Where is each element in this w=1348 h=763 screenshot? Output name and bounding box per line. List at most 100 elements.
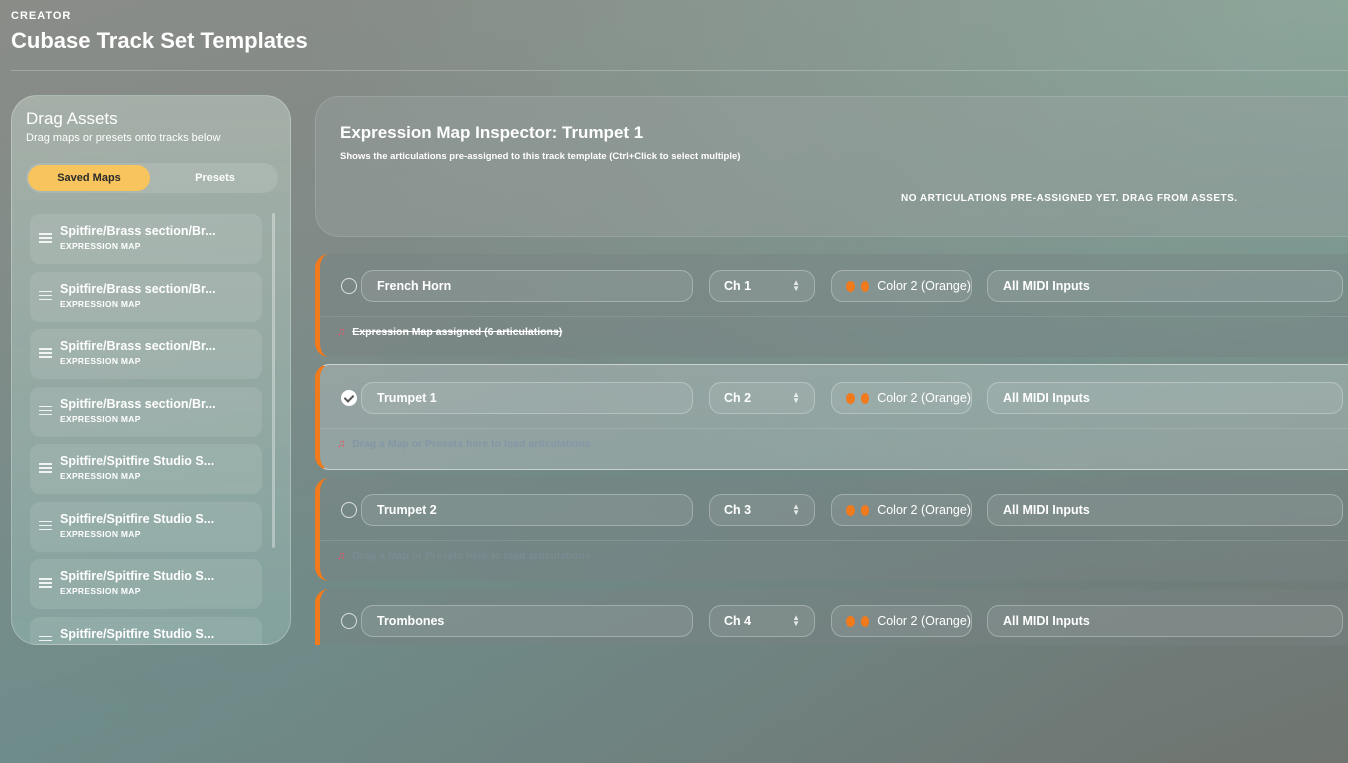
track-status-text: Drag a Map or Presets here to load artic… [352, 438, 591, 450]
track-select-radio[interactable] [341, 502, 357, 518]
color-swatch [860, 392, 870, 404]
track-name-field[interactable]: Trombones [361, 605, 693, 637]
asset-name: Spitfire/Brass section/Br... [60, 281, 216, 296]
music-note-icon: ♫ [337, 326, 346, 338]
color-swatch [846, 392, 855, 404]
asset-list: Spitfire/Brass section/Br... EXPRESSION … [30, 214, 262, 645]
track-row-french-horn[interactable]: French Horn Ch 1 ▲ ▼ Color 2 (Orange) All… [315, 254, 1348, 357]
track-select-radio[interactable] [341, 390, 357, 406]
music-note-icon: ♫ [337, 438, 346, 450]
midi-input-select[interactable]: All MIDI Inputs [987, 382, 1343, 414]
color-swatch [860, 280, 870, 292]
chevron-updown-icon: ▲ ▼ [792, 278, 800, 293]
channel-select[interactable]: Ch 4 ▲ ▼ [709, 605, 815, 637]
asset-type: EXPRESSION MAP [60, 586, 141, 596]
color-select[interactable]: Color 2 (Orange) [831, 494, 972, 526]
color-select[interactable]: Color 2 (Orange) [831, 270, 972, 302]
asset-type: EXPRESSION MAP [60, 528, 141, 539]
color-swatch [846, 615, 855, 627]
drag-handle-icon[interactable] [39, 463, 52, 473]
color-swatch [846, 504, 855, 516]
color-swatch [846, 280, 855, 292]
music-note-icon: ♫ [337, 550, 346, 562]
assets-panel-title: Drag Assets [26, 109, 118, 128]
color-value: Color 2 (Orange) [877, 279, 971, 293]
asset-type: EXPRESSION MAP [60, 644, 141, 645]
color-value: Color 2 (Orange) [877, 503, 971, 517]
track-divider [320, 540, 1348, 541]
color-select[interactable]: Color 2 (Orange) [831, 605, 972, 637]
drag-handle-icon[interactable] [39, 578, 52, 588]
track-name-field[interactable]: Trumpet 1 [361, 382, 693, 414]
channel-value: Ch 2 [724, 391, 752, 405]
drag-handle-icon[interactable] [39, 233, 52, 243]
midi-input-select[interactable]: All MIDI Inputs [987, 270, 1343, 302]
asset-item[interactable]: Spitfire/Brass section/Br... EXPRESSION … [30, 386, 262, 437]
track-row-trumpet-1[interactable]: Trumpet 1 Ch 2 ▲ ▼ Color 2 (Orange) All M… [315, 364, 1348, 470]
midi-input-select[interactable]: All MIDI Inputs [987, 494, 1343, 526]
track-drop-zone[interactable]: ♫ Drag a Map or Presets here to load art… [337, 438, 591, 450]
color-value: Color 2 (Orange) [877, 391, 971, 405]
track-row-trumpet-2[interactable]: Trumpet 2 Ch 3 ▲ ▼ Color 2 (Orange) All M… [315, 478, 1348, 581]
chevron-updown-icon: ▲ ▼ [792, 390, 800, 405]
asset-name: Spitfire/Spitfire Studio S... [60, 454, 215, 468]
track-select-radio[interactable] [341, 278, 357, 294]
assets-panel-subtitle: Drag maps or presets onto tracks below [26, 132, 221, 144]
asset-item[interactable]: Spitfire/Brass section/Br... EXPRESSION … [30, 271, 262, 322]
track-status-text: Expression Map assigned (6 articulations… [352, 326, 563, 338]
channel-value: Ch 1 [724, 279, 752, 293]
asset-type: EXPRESSION MAP [60, 471, 141, 481]
track-divider [320, 316, 1348, 317]
asset-item[interactable]: Spitfire/Spitfire Studio S... EXPRESSION… [30, 501, 262, 552]
track-name-field[interactable]: French Horn [361, 270, 693, 302]
drag-handle-icon[interactable] [39, 405, 52, 416]
track-drop-zone[interactable]: ♫ Expression Map assigned (6 articulatio… [337, 326, 562, 338]
asset-type: EXPRESSION MAP [60, 298, 141, 309]
channel-value: Ch 3 [724, 503, 752, 517]
asset-item[interactable]: Spitfire/Spitfire Studio S... EXPRESSION… [30, 616, 262, 645]
color-select[interactable]: Color 2 (Orange) [831, 382, 972, 414]
chevron-updown-icon: ▲ ▼ [792, 502, 800, 517]
asset-type-tabs: Saved Maps Presets [26, 163, 278, 193]
drag-handle-icon[interactable] [39, 348, 52, 358]
asset-type: EXPRESSION MAP [60, 413, 141, 424]
asset-name: Spitfire/Spitfire Studio S... [60, 626, 215, 641]
tab-presets[interactable]: Presets [154, 165, 276, 191]
drag-handle-icon[interactable] [39, 520, 52, 531]
channel-select[interactable]: Ch 2 ▲ ▼ [709, 382, 815, 414]
chevron-updown-icon: ▲ ▼ [792, 613, 800, 628]
tab-saved-maps[interactable]: Saved Maps [28, 165, 150, 191]
channel-select[interactable]: Ch 1 ▲ ▼ [709, 270, 815, 302]
asset-item[interactable]: Spitfire/Brass section/Br... EXPRESSION … [30, 329, 262, 379]
track-status-text: Drag a Map or Presets here to load artic… [352, 550, 591, 562]
color-swatch [860, 504, 870, 516]
asset-name: Spitfire/Brass section/Br... [60, 396, 216, 411]
inspector-subtitle: Shows the articulations pre-assigned to … [340, 151, 741, 162]
inspector-title: Expression Map Inspector: Trumpet 1 [340, 123, 644, 142]
drag-assets-panel: Drag Assets Drag maps or presets onto tr… [11, 95, 291, 645]
content-area: Drag Assets Drag maps or presets onto tr… [0, 0, 1348, 645]
asset-name: Spitfire/Spitfire Studio S... [60, 511, 215, 526]
track-select-radio[interactable] [341, 613, 357, 629]
track-name-field[interactable]: Trumpet 2 [361, 494, 693, 526]
color-swatch [860, 615, 870, 627]
channel-select[interactable]: Ch 3 ▲ ▼ [709, 494, 815, 526]
assets-scrollbar[interactable] [272, 213, 275, 548]
asset-item[interactable]: Spitfire/Spitfire Studio S... EXPRESSION… [30, 559, 262, 609]
asset-name: Spitfire/Spitfire Studio S... [60, 569, 215, 583]
asset-name: Spitfire/Brass section/Br... [60, 339, 216, 353]
expression-map-inspector: Expression Map Inspector: Trumpet 1 Show… [315, 96, 1348, 237]
drag-handle-icon[interactable] [39, 290, 52, 301]
track-drop-zone[interactable]: ♫ Drag a Map or Presets here to load art… [337, 550, 591, 562]
track-row-trombones[interactable]: Trombones Ch 4 ▲ ▼ Color 2 (Orange) All M… [315, 589, 1348, 645]
asset-type: EXPRESSION MAP [60, 356, 141, 366]
asset-item[interactable]: Spitfire/Spitfire Studio S... EXPRESSION… [30, 444, 262, 494]
asset-item[interactable]: Spitfire/Brass section/Br... EXPRESSION … [30, 214, 262, 264]
channel-value: Ch 4 [724, 614, 752, 628]
asset-name: Spitfire/Brass section/Br... [60, 224, 216, 238]
track-divider [320, 428, 1348, 429]
drag-handle-icon[interactable] [39, 635, 52, 644]
inspector-empty-message: NO ARTICULATIONS PRE-ASSIGNED YET. DRAG … [901, 193, 1238, 204]
midi-input-select[interactable]: All MIDI Inputs [987, 605, 1343, 637]
asset-type: EXPRESSION MAP [60, 241, 141, 251]
